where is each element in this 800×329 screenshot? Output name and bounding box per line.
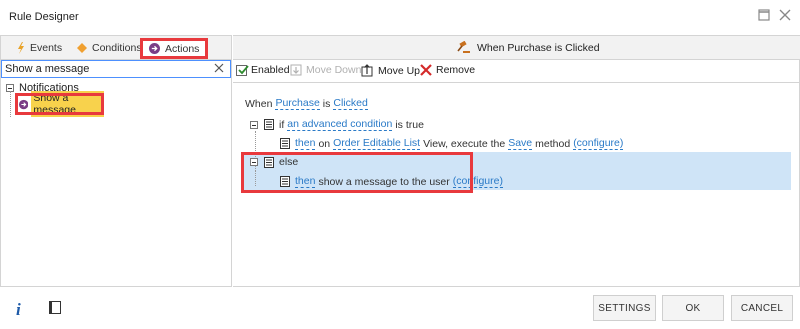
tree-connector — [10, 91, 11, 117]
remove-icon — [420, 64, 432, 76]
gavel-icon — [457, 41, 470, 53]
panel-toggle-icon[interactable] — [49, 301, 61, 314]
tab-events[interactable]: Events — [17, 36, 62, 60]
move-up-button[interactable]: Move Up — [361, 64, 420, 77]
checkbox-icon[interactable] — [236, 64, 249, 76]
highlight-box — [241, 152, 473, 193]
arrow-circle-icon — [149, 43, 160, 54]
enabled-label: Enabled — [251, 64, 290, 76]
toolbox-panel: Events Conditions Actions Notifications … — [0, 35, 232, 287]
diamond-icon — [77, 43, 87, 53]
tree-item-show-message[interactable]: Show a message — [15, 91, 104, 117]
footer-bar: i SETTINGS OK CANCEL — [0, 287, 800, 329]
rule-definition: When Purchase is Clicked if an advanced … — [233, 84, 800, 288]
maximize-icon[interactable] — [758, 9, 774, 25]
clear-search-icon[interactable] — [214, 63, 226, 75]
remove-button[interactable]: Remove — [420, 64, 475, 76]
toolbox-tabs: Events Conditions Actions — [1, 36, 231, 60]
remove-label: Remove — [436, 64, 476, 76]
when-verb: is — [322, 97, 331, 110]
document-icon — [280, 138, 290, 149]
collapse-icon[interactable] — [250, 120, 258, 129]
move-up-label: Move Up — [378, 64, 421, 77]
search-field[interactable] — [1, 60, 231, 78]
move-up-icon — [361, 64, 373, 77]
configure-link[interactable]: (configure) — [573, 137, 624, 150]
lightning-icon — [18, 42, 24, 54]
window-title: Rule Designer — [9, 11, 79, 23]
tree-item-label: Show a message — [31, 91, 104, 117]
rule-if-line: if an advanced condition is true — [250, 118, 424, 131]
then-mid-text: View, execute the — [423, 137, 506, 150]
settings-button[interactable]: SETTINGS — [593, 295, 656, 321]
search-input[interactable] — [5, 62, 210, 76]
target-view-link[interactable]: Order Editable List — [333, 137, 421, 150]
when-prefix: When — [245, 97, 273, 110]
move-down-label: Move Down — [306, 64, 362, 76]
rule-then-line: then on Order Editable List View, execut… — [280, 137, 626, 150]
arrow-circle-icon — [19, 99, 29, 109]
ok-button[interactable]: OK — [662, 295, 724, 321]
then-link[interactable]: then — [295, 137, 316, 150]
enabled-checkbox[interactable]: Enabled — [236, 64, 290, 76]
move-down-button[interactable]: Move Down — [290, 64, 361, 76]
tab-conditions-label: Conditions — [92, 42, 142, 54]
tab-actions[interactable]: Actions — [140, 38, 208, 59]
tab-events-label: Events — [30, 42, 63, 54]
method-link[interactable]: Save — [508, 137, 533, 150]
rule-editor-panel: When Purchase is Clicked Enabled Move Do… — [233, 35, 800, 287]
tab-actions-label: Actions — [165, 42, 200, 55]
info-icon[interactable]: i — [16, 300, 21, 320]
cancel-button[interactable]: CANCEL — [731, 295, 793, 321]
method-suffix: method — [535, 137, 571, 150]
rule-toolbar: Enabled Move Down Move Up Remove — [233, 61, 800, 83]
title-bar: Rule Designer — [0, 0, 800, 35]
rule-when-line: When Purchase is Clicked — [245, 97, 371, 110]
close-icon[interactable] — [779, 9, 795, 25]
rule-title: When Purchase is Clicked — [477, 41, 600, 54]
advanced-condition-link[interactable]: an advanced condition — [287, 118, 393, 131]
then-on: on — [318, 137, 331, 150]
move-down-icon — [290, 64, 302, 76]
if-suffix: is true — [395, 118, 424, 131]
rule-header: When Purchase is Clicked — [233, 36, 800, 60]
if-prefix: if — [279, 118, 285, 131]
when-subject-link[interactable]: Purchase — [275, 97, 320, 110]
tab-conditions[interactable]: Conditions — [77, 36, 142, 60]
when-event-link[interactable]: Clicked — [333, 97, 368, 110]
document-icon — [264, 119, 274, 130]
